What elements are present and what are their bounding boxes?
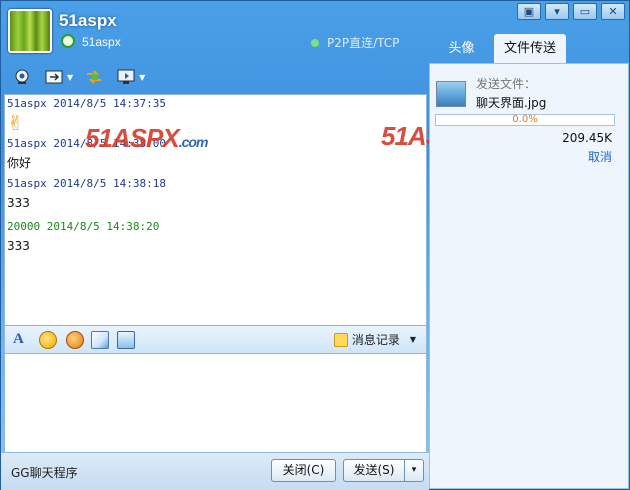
emoticon-icon[interactable] bbox=[39, 331, 57, 349]
maximize-button[interactable]: ▭ bbox=[573, 3, 597, 20]
menu-button[interactable]: ▾ bbox=[545, 3, 569, 20]
send-options-button[interactable]: ▾ bbox=[404, 459, 424, 482]
webcam-icon[interactable] bbox=[11, 67, 33, 87]
connection-dot-icon bbox=[311, 39, 319, 47]
image-file-icon bbox=[436, 81, 466, 107]
remote-desktop-caret-icon[interactable]: ▼ bbox=[139, 73, 145, 82]
skin-button[interactable]: ▣ bbox=[517, 3, 541, 20]
history-icon bbox=[333, 332, 348, 347]
message-header: 51aspx 2014/8/5 14:38:18 bbox=[7, 177, 166, 190]
format-toolbar: A 消息记录 ▼ bbox=[4, 326, 427, 353]
file-size: 209.45K bbox=[562, 131, 612, 145]
side-panel-tabs: 头像 文件传送 bbox=[429, 34, 629, 63]
transfer-progress-bar: 0.0% bbox=[435, 114, 615, 126]
message-header: 20000 2014/8/5 14:38:20 bbox=[7, 220, 160, 233]
avatar[interactable] bbox=[8, 9, 52, 53]
progress-text: 0.0% bbox=[512, 114, 538, 125]
message-header: 51aspx 2014/8/5 14:37:35 bbox=[7, 97, 166, 110]
file-transfer-panel: 发送文件： 聊天界面.jpg 0.0% 209.45K 取消 bbox=[429, 63, 629, 489]
tab-avatar[interactable]: 头像 bbox=[429, 34, 494, 63]
message-list: 51aspx 2014/8/5 14:37:35 ✌ 51aspx 2014/8… bbox=[5, 97, 166, 257]
screenshot-icon[interactable] bbox=[91, 331, 109, 349]
shake-icon[interactable] bbox=[66, 331, 84, 349]
file-name: 聊天界面.jpg bbox=[476, 96, 547, 110]
image-icon[interactable] bbox=[117, 331, 135, 349]
tab-file-transfer[interactable]: 文件传送 bbox=[494, 34, 566, 63]
message-input[interactable] bbox=[4, 353, 427, 453]
bottom-bar: GG聊天程序 关闭(C) 发送(S) ▾ bbox=[1, 453, 429, 490]
side-panel: 头像 文件传送 发送文件： 聊天界面.jpg 0.0% 209.45K 取消 bbox=[429, 34, 629, 489]
send-file-caret-icon[interactable]: ▼ bbox=[67, 73, 73, 82]
window-controls: ▣ ▾ ▭ ✕ bbox=[517, 3, 625, 20]
close-window-button[interactable]: ✕ bbox=[601, 3, 625, 20]
message-body: 333 bbox=[7, 196, 30, 210]
transfer-icon[interactable] bbox=[83, 67, 105, 87]
contact-signature: 51aspx bbox=[82, 35, 121, 49]
message-body: 你好 bbox=[7, 156, 32, 170]
online-status-icon bbox=[61, 34, 75, 48]
send-file-icon[interactable] bbox=[43, 67, 65, 87]
message-history[interactable]: 51aspx 2014/8/5 14:37:35 ✌ 51aspx 2014/8… bbox=[4, 94, 427, 326]
app-name: GG聊天程序 bbox=[11, 466, 78, 480]
connection-label: P2P直连/TCP bbox=[327, 36, 400, 50]
close-button[interactable]: 关闭(C) bbox=[271, 459, 336, 482]
send-file-label: 发送文件： bbox=[476, 77, 537, 91]
chat-toolbar: ▼ ▼ bbox=[11, 67, 145, 87]
connection-status: P2P直连/TCP bbox=[311, 34, 399, 51]
history-caret-icon: ▼ bbox=[409, 335, 416, 344]
send-button[interactable]: 发送(S) bbox=[343, 459, 405, 482]
cancel-transfer-link[interactable]: 取消 bbox=[588, 148, 612, 165]
font-icon[interactable]: A bbox=[13, 331, 31, 349]
remote-desktop-icon[interactable] bbox=[115, 67, 137, 87]
watermark-logo: 51ASPX.com bbox=[85, 123, 208, 153]
message-history-button[interactable]: 消息记录 ▼ bbox=[333, 331, 416, 348]
message-body: 333 bbox=[7, 239, 30, 253]
contact-name: 51aspx bbox=[59, 11, 117, 30]
chat-window: 51aspx 51aspx P2P直连/TCP ▣ ▾ ▭ ✕ ▼ ▼ 51as… bbox=[0, 0, 630, 490]
history-label: 消息记录 bbox=[351, 333, 400, 347]
